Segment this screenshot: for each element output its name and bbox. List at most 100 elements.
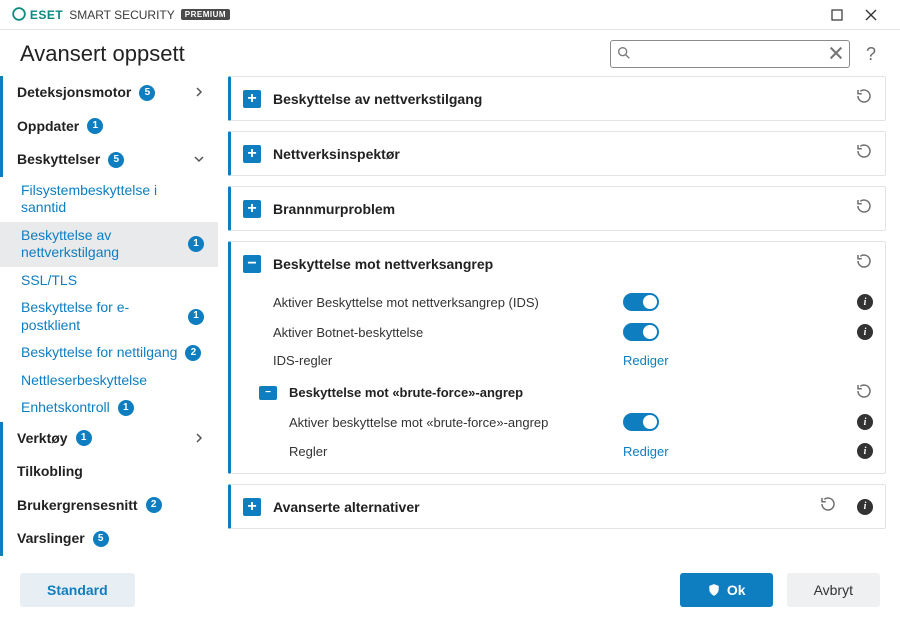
setting-label: IDS-regler [273, 353, 613, 368]
panel-header[interactable]: + Avanserte alternativer i [231, 485, 885, 528]
expand-icon: + [243, 145, 261, 163]
panel-advanced-options: + Avanserte alternativer i [228, 484, 886, 529]
sidebar-item-label: Beskyttelser [17, 151, 100, 169]
sidebar-item-label: Tilkobling [17, 463, 83, 481]
info-icon[interactable]: i [857, 294, 873, 310]
sidebar-item-label: Varslinger [17, 530, 85, 548]
count-badge: 1 [118, 400, 134, 416]
setting-label: Aktiver Botnet-beskyttelse [273, 325, 613, 340]
info-icon[interactable]: i [857, 324, 873, 340]
subpanel-brute-force[interactable]: − Beskyttelse mot «brute-force»-angrep [243, 374, 873, 407]
reset-icon[interactable] [855, 197, 873, 220]
setting-enable-ids: Aktiver Beskyttelse mot nettverksangrep … [243, 287, 873, 317]
sidebar-item-connection[interactable]: Tilkobling [0, 455, 218, 489]
setting-enable-botnet: Aktiver Botnet-beskyttelse i [243, 317, 873, 347]
sidebar-item-web-access-protection[interactable]: Beskyttelse for nettilgang 2 [0, 339, 218, 367]
cancel-button[interactable]: Avbryt [787, 573, 880, 607]
panel-network-access-protection: + Beskyttelse av nettverkstilgang [228, 76, 886, 121]
sidebar-item-ssl-tls[interactable]: SSL/TLS [0, 267, 218, 295]
setting-label: Regler [289, 444, 613, 459]
edition-badge: PREMIUM [181, 9, 230, 20]
count-badge: 5 [108, 152, 124, 168]
eset-logo: ESET [12, 7, 63, 22]
sidebar-item-browser-protection[interactable]: Nettleserbeskyttelse [0, 367, 218, 395]
chevron-down-icon [194, 151, 204, 169]
count-badge: 2 [146, 497, 162, 513]
panel-firewall-troubleshoot: + Brannmurproblem [228, 186, 886, 231]
sidebar-item-label: Beskyttelse for nettilgang [21, 344, 177, 362]
info-icon[interactable]: i [857, 414, 873, 430]
sidebar-item-protections[interactable]: Beskyttelser 5 [0, 143, 218, 177]
product-name: SMART SECURITY [69, 8, 175, 22]
sidebar-item-realtime-fs[interactable]: Filsystembeskyttelse i sanntid [0, 177, 218, 222]
ok-button[interactable]: Ok [680, 573, 773, 607]
reset-icon[interactable] [819, 495, 837, 518]
setting-label: Aktiver Beskyttelse mot nettverksangrep … [273, 295, 613, 310]
count-badge: 5 [139, 85, 155, 101]
info-icon[interactable]: i [857, 443, 873, 459]
reset-icon[interactable] [855, 142, 873, 165]
footer: Standard Ok Avbryt [0, 560, 900, 620]
window-maximize-button[interactable] [820, 1, 854, 29]
sidebar-item-label: Filsystembeskyttelse i sanntid [21, 182, 204, 217]
brand: ESET SMART SECURITY PREMIUM [12, 7, 230, 22]
sidebar-item-notifications[interactable]: Varslinger 5 [0, 522, 218, 556]
page-title: Avansert oppsett [20, 41, 185, 67]
count-badge: 1 [76, 430, 92, 446]
panel-body: Aktiver Beskyttelse mot nettverksangrep … [231, 285, 885, 473]
panel-header[interactable]: + Nettverksinspektør [231, 132, 885, 175]
panel-header[interactable]: + Beskyttelse av nettverkstilgang [231, 77, 885, 120]
expand-icon: + [243, 200, 261, 218]
chevron-right-icon [194, 430, 204, 448]
count-badge: 1 [188, 236, 204, 252]
sidebar-item-update[interactable]: Oppdater 1 [0, 110, 218, 144]
toggle-enable-bruteforce[interactable] [623, 413, 659, 431]
sidebar-item-label: Oppdater [17, 118, 79, 136]
subpanel-title: Beskyttelse mot «brute-force»-angrep [289, 385, 523, 400]
clear-search-icon[interactable] [828, 45, 844, 66]
header-row: Avansert oppsett ? [0, 30, 900, 76]
panel-title: Avanserte alternativer [273, 499, 420, 515]
sidebar-item-label: Enhetskontroll [21, 399, 110, 417]
sidebar-item-network-access-protection[interactable]: Beskyttelse av nettverkstilgang 1 [0, 222, 218, 267]
sidebar-item-ui[interactable]: Brukergrensesnitt 2 [0, 489, 218, 523]
sidebar-item-detection-engine[interactable]: Deteksjonsmotor 5 [0, 76, 218, 110]
sidebar-item-label: SSL/TLS [21, 272, 77, 290]
info-icon[interactable]: i [857, 499, 873, 515]
sidebar-item-tools[interactable]: Verktøy 1 [0, 422, 218, 456]
sidebar-item-label: Beskyttelse av nettverkstilgang [21, 227, 180, 262]
setting-label: Aktiver beskyttelse mot «brute-force»-an… [289, 415, 613, 430]
panel-header[interactable]: − Beskyttelse mot nettverksangrep [231, 242, 885, 285]
panel-title: Brannmurproblem [273, 201, 395, 217]
ok-button-label: Ok [727, 582, 746, 598]
expand-icon: + [243, 498, 261, 516]
default-button[interactable]: Standard [20, 573, 135, 607]
toggle-enable-botnet[interactable] [623, 323, 659, 341]
sidebar-item-label: Deteksjonsmotor [17, 84, 131, 102]
collapse-icon: − [259, 386, 277, 400]
setting-ids-rules: IDS-regler Rediger [243, 347, 873, 374]
reset-icon[interactable] [855, 382, 873, 403]
collapse-icon: − [243, 255, 261, 273]
setting-bruteforce-rules: Regler Rediger i [243, 437, 873, 465]
panel-title: Beskyttelse mot nettverksangrep [273, 256, 493, 272]
help-button[interactable]: ? [862, 44, 880, 65]
toggle-enable-ids[interactable] [623, 293, 659, 311]
search-input[interactable] [610, 40, 850, 68]
expand-icon: + [243, 90, 261, 108]
panel-header[interactable]: + Brannmurproblem [231, 187, 885, 230]
sidebar-item-label: Nettleserbeskyttelse [21, 372, 147, 390]
setting-enable-bruteforce: Aktiver beskyttelse mot «brute-force»-an… [243, 407, 873, 437]
reset-icon[interactable] [855, 87, 873, 110]
sidebar-item-label: Brukergrensesnitt [17, 497, 138, 515]
edit-link[interactable]: Rediger [623, 353, 669, 368]
sidebar-item-label: Beskyttelse for e-postklient [21, 299, 180, 334]
sidebar-item-email-client-protection[interactable]: Beskyttelse for e-postklient 1 [0, 294, 218, 339]
count-badge: 1 [87, 118, 103, 134]
panel-network-attack-protection: − Beskyttelse mot nettverksangrep Aktive… [228, 241, 886, 474]
sidebar: Deteksjonsmotor 5 Oppdater 1 Beskyttelse… [0, 76, 218, 558]
reset-icon[interactable] [855, 252, 873, 275]
edit-link[interactable]: Rediger [623, 444, 669, 459]
window-close-button[interactable] [854, 1, 888, 29]
sidebar-item-device-control[interactable]: Enhetskontroll 1 [0, 394, 218, 422]
